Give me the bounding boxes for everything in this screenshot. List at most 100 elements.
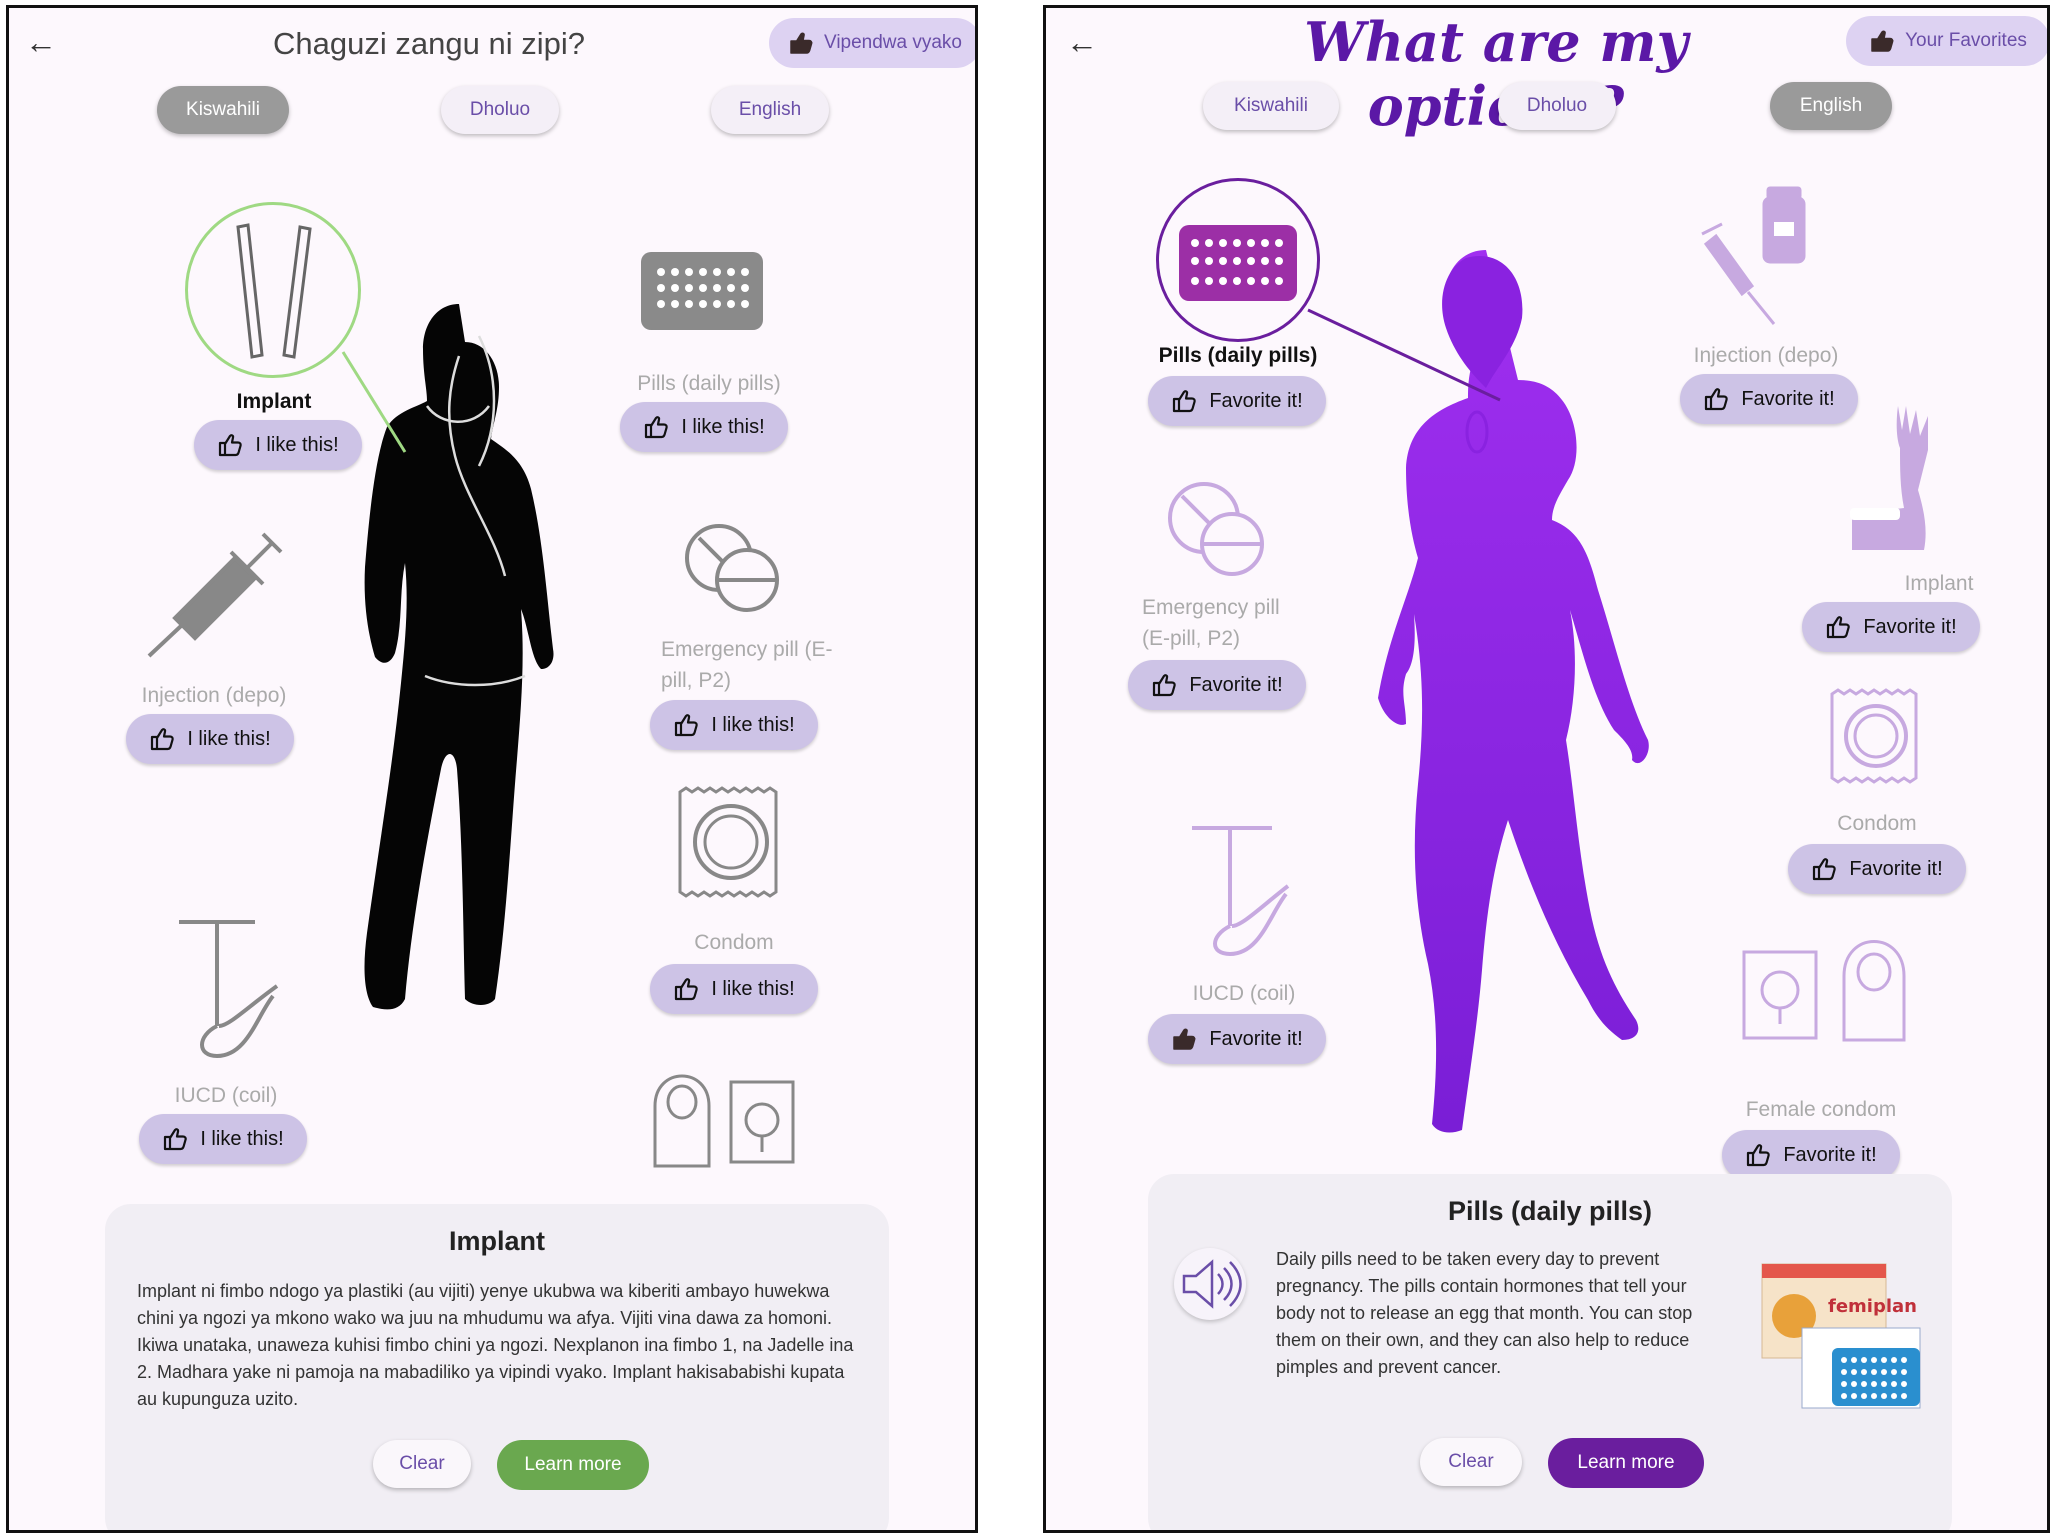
language-english[interactable]: English <box>1770 82 1892 130</box>
thumbs-up-filled-icon <box>1171 1026 1197 1052</box>
learn-more-button[interactable]: Learn more <box>1548 1438 1704 1488</box>
thumbs-up-icon <box>1171 388 1197 414</box>
condom-packet-icon <box>678 786 778 898</box>
like-implant-button[interactable]: I like this! <box>194 420 362 470</box>
iucd-coil-icon <box>179 920 279 1059</box>
condom-label: Condom <box>1837 812 1917 835</box>
syringe-icon <box>147 532 283 658</box>
implant-label: Implant <box>236 390 312 413</box>
like-condom-label: I like this! <box>711 977 795 1000</box>
favorite-pills-label: Favorite it! <box>1209 389 1303 412</box>
favorite-injection-button[interactable]: Favorite it! <box>1680 374 1858 424</box>
emergency-label-line1: Emergency pill <box>1142 596 1280 619</box>
right-screen: ← What are my options? Your Favorites Ki… <box>1043 5 2050 1533</box>
emergency-label-line2: (E-pill, P2) <box>1142 627 1241 650</box>
language-dholuo[interactable]: Dholuo <box>441 86 559 134</box>
thumbs-up-filled-icon <box>788 30 814 56</box>
favorite-implant-label: Favorite it! <box>1863 615 1957 638</box>
favorite-iucd-button[interactable]: Favorite it! <box>1148 1014 1326 1064</box>
info-card-title: Pills (daily pills) <box>1447 1196 1653 1226</box>
speaker-icon <box>1182 1259 1242 1309</box>
emergency-pill-icon <box>1168 482 1264 576</box>
favorite-condom-label: Favorite it! <box>1849 857 1943 880</box>
pills-label: Pills (daily pills) <box>1158 344 1318 367</box>
speaker-button[interactable] <box>1174 1248 1246 1320</box>
favorite-condom-button[interactable]: Favorite it! <box>1788 844 1966 894</box>
thumbs-up-icon <box>1151 672 1177 698</box>
language-english[interactable]: English <box>711 86 829 134</box>
injection-label: Injection (depo) <box>1693 344 1839 367</box>
page-title: Chaguzi zangu ni zipi? <box>273 26 585 61</box>
condom-packet-icon <box>1830 688 1918 784</box>
favorite-female-condom-button[interactable]: Favorite it! <box>1722 1130 1900 1180</box>
favorite-emergency-button[interactable]: Favorite it! <box>1128 660 1306 710</box>
injection-label: Injection (depo) <box>141 684 287 707</box>
favorites-button[interactable]: Vipendwa vyako <box>769 18 975 68</box>
emergency-label: Emergency pill (E-pill, P2) <box>661 638 833 692</box>
thumbs-up-icon <box>162 1126 188 1152</box>
pills-label: Pills (daily pills) <box>637 372 781 395</box>
info-card: Pills (daily pills) Daily pills need to … <box>1148 1174 1952 1530</box>
favorites-label: Your Favorites <box>1905 30 2027 51</box>
favorite-female-condom-label: Favorite it! <box>1783 1143 1877 1166</box>
favorite-implant-button[interactable]: Favorite it! <box>1802 602 1980 652</box>
iucd-label: IUCD (coil) <box>1192 982 1296 1005</box>
language-dholuo[interactable]: Dholuo <box>1498 82 1616 130</box>
like-pills-button[interactable]: I like this! <box>620 402 788 452</box>
pill-pack-icon <box>1179 225 1297 301</box>
favorite-pills-button[interactable]: Favorite it! <box>1148 376 1326 426</box>
condom-label: Condom <box>694 931 774 954</box>
like-implant-label: I like this! <box>255 433 339 456</box>
thumbs-up-icon <box>643 414 669 440</box>
thumbs-up-icon <box>1703 386 1729 412</box>
favorites-label: Vipendwa vyako <box>823 32 963 53</box>
syringe-vial-icon <box>1701 186 1806 325</box>
thumbs-up-icon <box>1825 614 1851 640</box>
thumbs-up-icon <box>673 712 699 738</box>
language-kiswahili[interactable]: Kiswahili <box>1203 82 1339 130</box>
like-iucd-button[interactable]: I like this! <box>139 1114 307 1164</box>
info-card-body: Daily pills need to be taken every day t… <box>1276 1249 1693 1377</box>
like-pills-label: I like this! <box>681 415 765 438</box>
like-injection-button[interactable]: I like this! <box>126 714 294 764</box>
language-kiswahili[interactable]: Kiswahili <box>157 86 289 134</box>
favorite-emergency-label: Favorite it! <box>1189 673 1283 696</box>
thumbs-up-icon <box>149 726 175 752</box>
back-arrow-icon[interactable]: ← <box>1066 24 1098 61</box>
female-condom-icon <box>1742 940 1906 1042</box>
thumbs-up-icon <box>673 976 699 1002</box>
like-iucd-label: I like this! <box>200 1127 284 1150</box>
pills-selected-circle[interactable] <box>1156 178 1320 342</box>
info-card: Implant Implant ni fimbo ndogo ya plasti… <box>105 1204 889 1530</box>
iucd-coil-icon <box>1192 826 1290 957</box>
left-screen: ← Chaguzi zangu ni zipi? Vipendwa vyako … <box>6 5 978 1533</box>
info-card-title: Implant <box>448 1226 545 1256</box>
iucd-label: IUCD (coil) <box>174 1084 278 1107</box>
like-emergency-button[interactable]: I like this! <box>650 700 818 750</box>
thumbs-up-filled-icon <box>1869 28 1895 54</box>
pill-product-box-image: femiplan <box>1761 1263 1921 1409</box>
like-emergency-label: I like this! <box>711 713 795 736</box>
implant-label: Implant <box>1904 572 1974 595</box>
female-condom-label: Female condom <box>1745 1098 1897 1121</box>
pill-pack-icon <box>641 252 763 330</box>
thumbs-up-icon <box>217 432 243 458</box>
implant-selected-circle[interactable] <box>185 202 361 378</box>
info-card-body: Implant ni fimbo ndogo ya plastiki (au v… <box>137 1281 854 1409</box>
female-condom-icon <box>653 1074 795 1168</box>
thumbs-up-icon <box>1745 1142 1771 1168</box>
favorite-iucd-label: Favorite it! <box>1209 1027 1303 1050</box>
thumbs-up-icon <box>1811 856 1837 882</box>
like-injection-label: I like this! <box>187 727 271 750</box>
clear-button[interactable]: Clear <box>1420 1438 1522 1486</box>
learn-more-button[interactable]: Learn more <box>497 1440 649 1490</box>
favorite-injection-label: Favorite it! <box>1741 387 1835 410</box>
back-arrow-icon[interactable]: ← <box>25 24 57 61</box>
implant-rods-icon <box>236 223 312 359</box>
like-condom-button[interactable]: I like this! <box>650 964 818 1014</box>
arm-implant-icon <box>1850 406 1928 550</box>
product-brand-text: femiplan <box>1828 1296 1917 1317</box>
emergency-pill-icon <box>685 524 779 612</box>
clear-button[interactable]: Clear <box>373 1440 471 1488</box>
favorites-button[interactable]: Your Favorites <box>1846 16 2047 66</box>
